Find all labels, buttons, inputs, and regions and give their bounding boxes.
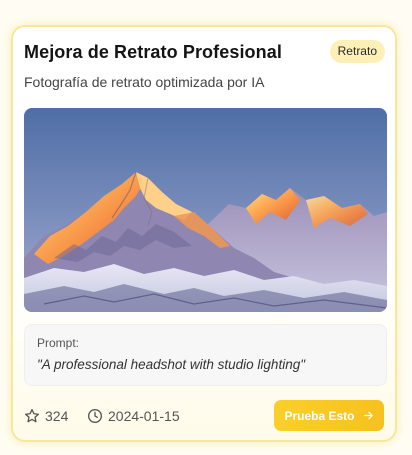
prompt-label: Prompt: bbox=[37, 336, 80, 350]
clock-icon bbox=[88, 409, 102, 423]
likes-count: 324 bbox=[45, 408, 69, 424]
prompt-text: "A professional headshot with studio lig… bbox=[37, 357, 305, 372]
date-value: 2024-01-15 bbox=[108, 408, 180, 424]
category-badge: Retrato bbox=[329, 40, 385, 63]
card-image bbox=[24, 108, 387, 312]
likes-stat: 324 bbox=[24, 405, 68, 427]
star-icon bbox=[25, 409, 39, 423]
arrow-right-icon bbox=[363, 411, 373, 420]
page: Mejora de Retrato Profesional Retrato Fo… bbox=[0, 0, 412, 455]
card-subtitle: Fotografía de retrato optimizada por IA bbox=[24, 74, 265, 90]
card-title: Mejora de Retrato Profesional bbox=[24, 42, 282, 62]
date-stat: 2024-01-15 bbox=[87, 405, 180, 427]
prompt-card: Mejora de Retrato Profesional Retrato Fo… bbox=[11, 25, 397, 442]
try-this-button[interactable]: Prueba Esto bbox=[274, 400, 384, 431]
try-this-label: Prueba Esto bbox=[284, 408, 355, 423]
prompt-box: Prompt: "A professional headshot with st… bbox=[24, 324, 387, 386]
